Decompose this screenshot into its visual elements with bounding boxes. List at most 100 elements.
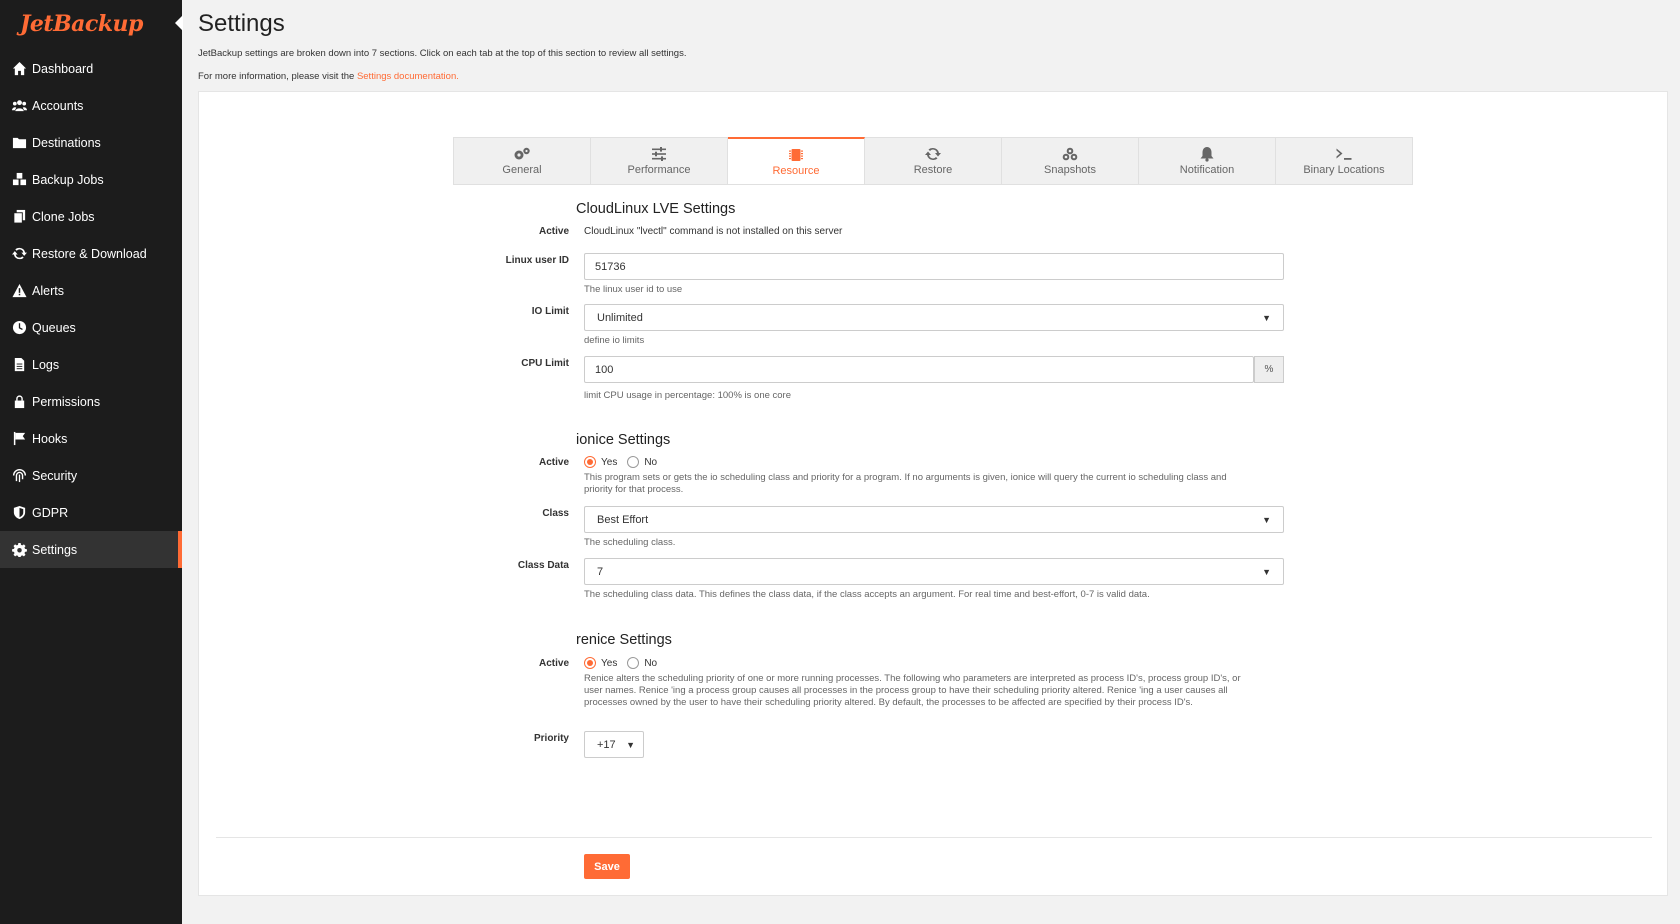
cloudlinux-section-title: CloudLinux LVE Settings bbox=[576, 201, 736, 217]
class-select[interactable]: Best Effort ▼ bbox=[584, 506, 1284, 533]
tab-label: Restore bbox=[913, 164, 953, 176]
sidebar-item-label: Queues bbox=[32, 320, 76, 335]
renice-section-title: renice Settings bbox=[576, 632, 672, 648]
sidebar-item-label: Dashboard bbox=[32, 61, 94, 76]
sidebar-item-label: Permissions bbox=[32, 394, 101, 409]
cpu-limit-input[interactable]: 100 bbox=[584, 356, 1254, 383]
sliders-icon bbox=[652, 147, 666, 161]
sidebar-item-hooks[interactable]: Hooks bbox=[0, 420, 182, 457]
io-limit-help: define io limits bbox=[584, 335, 645, 346]
ionice-no-radio[interactable]: No bbox=[627, 456, 657, 468]
class-help: The scheduling class. bbox=[584, 537, 676, 548]
sidebar-item-logs[interactable]: Logs bbox=[0, 346, 182, 383]
priority-select[interactable]: +17 ▼ bbox=[584, 731, 644, 758]
radio-label: No bbox=[644, 657, 658, 669]
tab-label: Binary Locations bbox=[1303, 164, 1385, 176]
tab-resource[interactable]: Resource bbox=[728, 137, 865, 184]
priority-value: +17 bbox=[597, 738, 616, 751]
sidebar-item-restore-download[interactable]: Restore & Download bbox=[0, 235, 182, 272]
settings-documentation-link[interactable]: Settings documentation. bbox=[357, 71, 459, 82]
sidebar-item-alerts[interactable]: Alerts bbox=[0, 272, 182, 309]
sidebar-item-dashboard[interactable]: Dashboard bbox=[0, 50, 182, 87]
sidebar-item-destinations[interactable]: Destinations bbox=[0, 124, 182, 161]
refresh-icon bbox=[10, 246, 28, 262]
tab-binary-locations[interactable]: Binary Locations bbox=[1276, 138, 1412, 184]
sidebar-item-permissions[interactable]: Permissions bbox=[0, 383, 182, 420]
class-data-value: 7 bbox=[597, 565, 604, 578]
settings-panel: General Performance Resource Restore Sna… bbox=[198, 91, 1668, 896]
flag-icon bbox=[10, 431, 28, 447]
sidebar-item-accounts[interactable]: Accounts bbox=[0, 87, 182, 124]
ionice-active-radios: Yes No bbox=[584, 456, 667, 468]
settings-tabs: General Performance Resource Restore Sna… bbox=[453, 137, 1413, 185]
sidebar-item-label: Clone Jobs bbox=[32, 209, 95, 224]
renice-active-radios: Yes No bbox=[584, 657, 667, 669]
chevron-down-icon: ▼ bbox=[626, 739, 635, 750]
ionice-yes-radio[interactable]: Yes bbox=[584, 456, 617, 468]
page-intro: JetBackup settings are broken down into … bbox=[198, 48, 687, 59]
radio-selected-icon bbox=[584, 657, 596, 669]
class-label: Class bbox=[542, 508, 569, 519]
percent-addon: % bbox=[1254, 356, 1284, 383]
tab-label: Resource bbox=[772, 164, 820, 177]
home-icon bbox=[10, 61, 28, 77]
tab-label: General bbox=[502, 164, 542, 176]
io-limit-value: Unlimited bbox=[597, 311, 643, 324]
io-limit-label: IO Limit bbox=[531, 306, 569, 317]
renice-no-radio[interactable]: No bbox=[627, 657, 657, 669]
sidebar-item-backup-jobs[interactable]: Backup Jobs bbox=[0, 161, 182, 198]
copy-icon bbox=[10, 209, 28, 225]
page-title: Settings bbox=[198, 10, 285, 37]
sidebar-item-clone-jobs[interactable]: Clone Jobs bbox=[0, 198, 182, 235]
linux-user-id-label: Linux user ID bbox=[505, 255, 569, 266]
refresh-icon bbox=[925, 147, 941, 161]
cpu-limit-help: limit CPU usage in percentage: 100% is o… bbox=[584, 390, 792, 401]
sidebar-item-gdpr[interactable]: GDPR bbox=[0, 494, 182, 531]
page-more-info: For more information, please visit the S… bbox=[198, 71, 459, 82]
linux-user-id-input[interactable]: 51736 bbox=[584, 253, 1284, 280]
cpu-limit-label: CPU Limit bbox=[521, 358, 569, 369]
sidebar-item-label: Alerts bbox=[32, 283, 64, 298]
tab-notification[interactable]: Notification bbox=[1139, 138, 1276, 184]
class-value: Best Effort bbox=[597, 513, 649, 526]
chevron-down-icon: ▼ bbox=[1262, 514, 1271, 525]
radio-unselected-icon bbox=[627, 657, 640, 669]
class-data-select[interactable]: 7 ▼ bbox=[584, 558, 1284, 585]
renice-active-label: Active bbox=[538, 658, 569, 669]
renice-yes-radio[interactable]: Yes bbox=[584, 657, 617, 669]
sidebar-item-label: Settings bbox=[32, 542, 78, 557]
sidebar-item-settings[interactable]: Settings bbox=[0, 531, 182, 568]
save-button[interactable]: Save bbox=[584, 854, 630, 879]
tab-snapshots[interactable]: Snapshots bbox=[1002, 138, 1139, 184]
radio-selected-icon bbox=[584, 456, 596, 468]
sidebar-item-label: Destinations bbox=[32, 135, 101, 150]
logo[interactable]: JetBackup bbox=[0, 0, 183, 48]
lock-icon bbox=[10, 394, 28, 410]
linux-user-id-value: 51736 bbox=[595, 260, 626, 273]
tab-restore[interactable]: Restore bbox=[865, 138, 1002, 184]
io-limit-select[interactable]: Unlimited ▼ bbox=[584, 304, 1284, 331]
file-icon bbox=[10, 357, 28, 373]
chip-icon bbox=[789, 148, 803, 161]
sidebar-nav: Dashboard Accounts Destinations Backup J… bbox=[0, 50, 182, 568]
chevron-down-icon: ▼ bbox=[1262, 566, 1271, 577]
tab-performance[interactable]: Performance bbox=[591, 138, 728, 184]
chevron-down-icon: ▼ bbox=[1262, 312, 1271, 323]
sidebar-item-security[interactable]: Security bbox=[0, 457, 182, 494]
radio-label: Yes bbox=[601, 657, 618, 669]
tab-general[interactable]: General bbox=[454, 138, 591, 184]
renice-help: Renice alters the scheduling priority of… bbox=[584, 673, 1241, 708]
radio-unselected-icon bbox=[627, 456, 640, 468]
sidebar-toggle-icon[interactable] bbox=[175, 15, 183, 31]
class-data-label: Class Data bbox=[517, 560, 569, 571]
gears-icon bbox=[514, 147, 530, 160]
linux-user-id-help: The linux user id to use bbox=[584, 284, 683, 295]
cubes-icon bbox=[1062, 147, 1078, 161]
priority-label: Priority bbox=[533, 733, 569, 744]
sidebar-item-label: Security bbox=[32, 468, 78, 483]
cloudlinux-active-value: CloudLinux "lvectl" command is not insta… bbox=[584, 226, 843, 237]
sidebar-item-queues[interactable]: Queues bbox=[0, 309, 182, 346]
tab-label: Snapshots bbox=[1044, 164, 1096, 176]
sidebar-item-label: Backup Jobs bbox=[32, 172, 104, 187]
users-icon bbox=[10, 98, 28, 114]
